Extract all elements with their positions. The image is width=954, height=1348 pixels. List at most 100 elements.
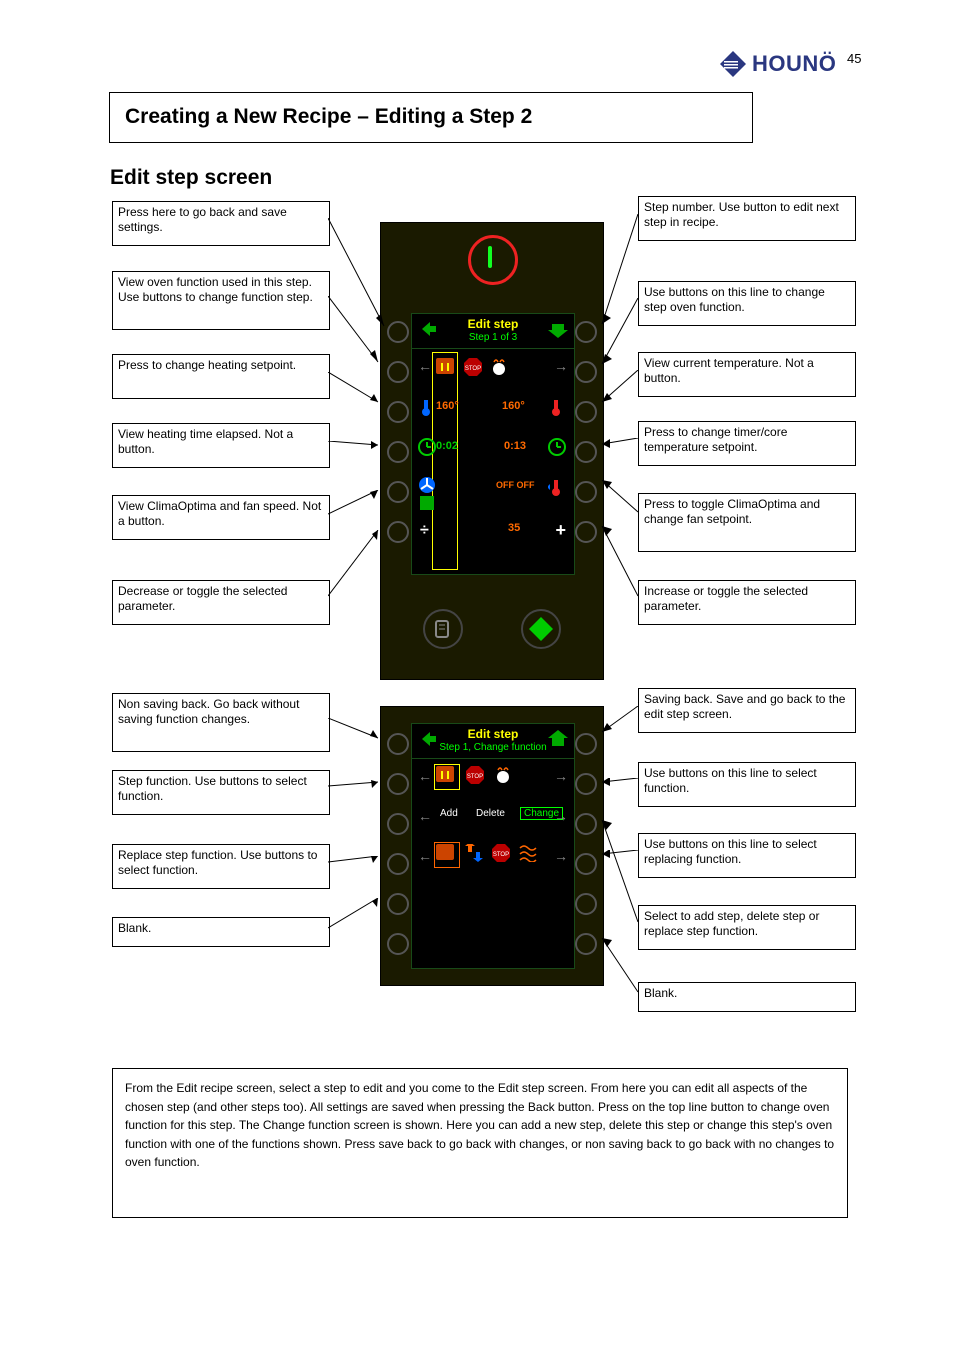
delete-label[interactable]: Delete: [476, 808, 505, 819]
callout-l5: View ClimaOptima and fan speed. Not a bu…: [112, 495, 330, 540]
soft-r4[interactable]: [575, 441, 597, 463]
panel1-screen: Edit step Step 1 of 3 STOP ← → 160° 160°…: [411, 313, 575, 575]
callout-l3: Press to change heating setpoint.: [112, 354, 330, 399]
soft-l5[interactable]: [387, 481, 409, 503]
menu-button[interactable]: [423, 609, 463, 649]
callout-r2: Use buttons on this line to change step …: [638, 281, 856, 326]
p2-soft-r4[interactable]: [575, 853, 597, 875]
callout-r1: Step number. Use button to edit next ste…: [638, 196, 856, 241]
soft-r2[interactable]: [575, 361, 597, 383]
callout-l1: Press here to go back and save settings.: [112, 201, 330, 246]
callout-l6: Decrease or toggle the selected paramete…: [112, 580, 330, 625]
plus-icon[interactable]: +: [555, 520, 566, 541]
start-button[interactable]: [521, 609, 561, 649]
steam-icon[interactable]: [490, 358, 510, 376]
left-nav-2-icon[interactable]: ←: [418, 768, 432, 784]
clock-left-icon: [418, 438, 438, 456]
footnote: From the Edit recipe screen, select a st…: [112, 1068, 848, 1218]
callout-r4: Press to change timer/core temperature s…: [638, 421, 856, 466]
callout-l2: View oven function used in this step. Us…: [112, 271, 330, 330]
soft-l1[interactable]: [387, 321, 409, 343]
page-title: Creating a New Recipe – Editing a Step 2: [125, 105, 532, 129]
soft-l3[interactable]: [387, 401, 409, 423]
fan-icon: [418, 476, 438, 494]
heat-icon-2[interactable]: [436, 766, 456, 784]
column-selection: [432, 352, 458, 570]
steam-icon-2[interactable]: [494, 766, 514, 784]
power-bar-icon: [488, 246, 492, 268]
p2-soft-l2[interactable]: [387, 773, 409, 795]
brand-logo: HOUNÖ: [720, 45, 860, 83]
up-arrow-icon[interactable]: [548, 730, 568, 748]
heat-icon-3[interactable]: [436, 844, 456, 862]
stop-icon[interactable]: STOP: [464, 358, 484, 376]
temp-setpoint-right: 160°: [502, 400, 525, 412]
panel2-screen: Edit step Step 1, Change function ← STOP…: [411, 723, 575, 969]
right-nav-3-icon[interactable]: →: [554, 808, 568, 824]
callout2-l1: Non saving back. Go back without saving …: [112, 693, 330, 752]
left-nav-icon[interactable]: ←: [418, 358, 432, 374]
p2-soft-r2[interactable]: [575, 773, 597, 795]
callout2-l2: Step function. Use buttons to select fun…: [112, 770, 330, 815]
soft-r3[interactable]: [575, 401, 597, 423]
oven-panel-1: Edit step Step 1 of 3 STOP ← → 160° 160°…: [380, 222, 604, 680]
right-nav-4-icon[interactable]: →: [554, 848, 568, 864]
humidity-value: 35: [508, 522, 520, 534]
time-elapsed: 0:02: [436, 440, 458, 452]
stop-icon-3[interactable]: STOP: [492, 844, 512, 862]
power-ring-icon: [468, 235, 518, 285]
updown-arrows-icon[interactable]: [464, 844, 484, 862]
p2-soft-r1[interactable]: [575, 733, 597, 755]
logo-mark-icon: [720, 51, 746, 77]
left-nav-4-icon[interactable]: ←: [418, 848, 432, 864]
callout-l4: View heating time elapsed. Not a button.: [112, 423, 330, 468]
soft-l6[interactable]: [387, 521, 409, 543]
callout-r6: Increase or toggle the selected paramete…: [638, 580, 856, 625]
thermometer-blue-icon[interactable]: [418, 398, 438, 416]
page-subtitle: Edit step screen: [110, 166, 272, 190]
callout2-r1: Saving back. Save and go back to the edi…: [638, 688, 856, 733]
p2-soft-r3[interactable]: [575, 813, 597, 835]
soft-r5[interactable]: [575, 481, 597, 503]
callout2-r4: Select to add step, delete step or repla…: [638, 905, 856, 950]
clima-icon: [418, 494, 438, 512]
soft-l4[interactable]: [387, 441, 409, 463]
p2-soft-l6[interactable]: [387, 933, 409, 955]
callout2-r3: Use buttons on this line to select repla…: [638, 833, 856, 878]
p2-soft-l5[interactable]: [387, 893, 409, 915]
down-arrow-icon[interactable]: [548, 320, 568, 338]
back-arrow-icon[interactable]: [418, 320, 438, 338]
right-nav-icon[interactable]: →: [554, 358, 568, 374]
off-off: OFF OFF: [496, 480, 535, 490]
stop-icon-2[interactable]: STOP: [466, 766, 486, 784]
brand-name: HOUNÖ: [752, 51, 836, 77]
callout2-l3: Replace step function. Use buttons to se…: [112, 844, 330, 889]
svg-text:STOP: STOP: [465, 366, 481, 372]
time-remaining: 0:13: [504, 440, 526, 452]
callout-r3: View current temperature. Not a button.: [638, 352, 856, 397]
waves-icon[interactable]: [518, 844, 538, 862]
svg-text:STOP: STOP: [467, 774, 483, 780]
left-nav-3-icon[interactable]: ←: [418, 808, 432, 824]
soft-r6[interactable]: [575, 521, 597, 543]
clock-right-icon[interactable]: [548, 438, 568, 456]
minus-icon[interactable]: ÷: [420, 522, 429, 540]
thermometer-red-icon[interactable]: [548, 398, 568, 416]
callout2-r2: Use buttons on this line to select funct…: [638, 762, 856, 807]
p2-soft-l1[interactable]: [387, 733, 409, 755]
temp-setpoint-left: 160°: [436, 400, 459, 412]
back-arrow-icon-2[interactable]: [418, 730, 438, 748]
p2-soft-r5[interactable]: [575, 893, 597, 915]
heat-icon[interactable]: [436, 358, 456, 376]
soft-l2[interactable]: [387, 361, 409, 383]
p2-soft-l3[interactable]: [387, 813, 409, 835]
p2-soft-l4[interactable]: [387, 853, 409, 875]
add-label[interactable]: Add: [440, 808, 458, 819]
core-temp-icon[interactable]: [548, 478, 568, 496]
callout-r5: Press to toggle ClimaOptima and change f…: [638, 493, 856, 552]
callout2-l4: Blank.: [112, 917, 330, 947]
soft-r1[interactable]: [575, 321, 597, 343]
oven-panel-2: Edit step Step 1, Change function ← STOP…: [380, 706, 604, 986]
p2-soft-r6[interactable]: [575, 933, 597, 955]
right-nav-2-icon[interactable]: →: [554, 768, 568, 784]
